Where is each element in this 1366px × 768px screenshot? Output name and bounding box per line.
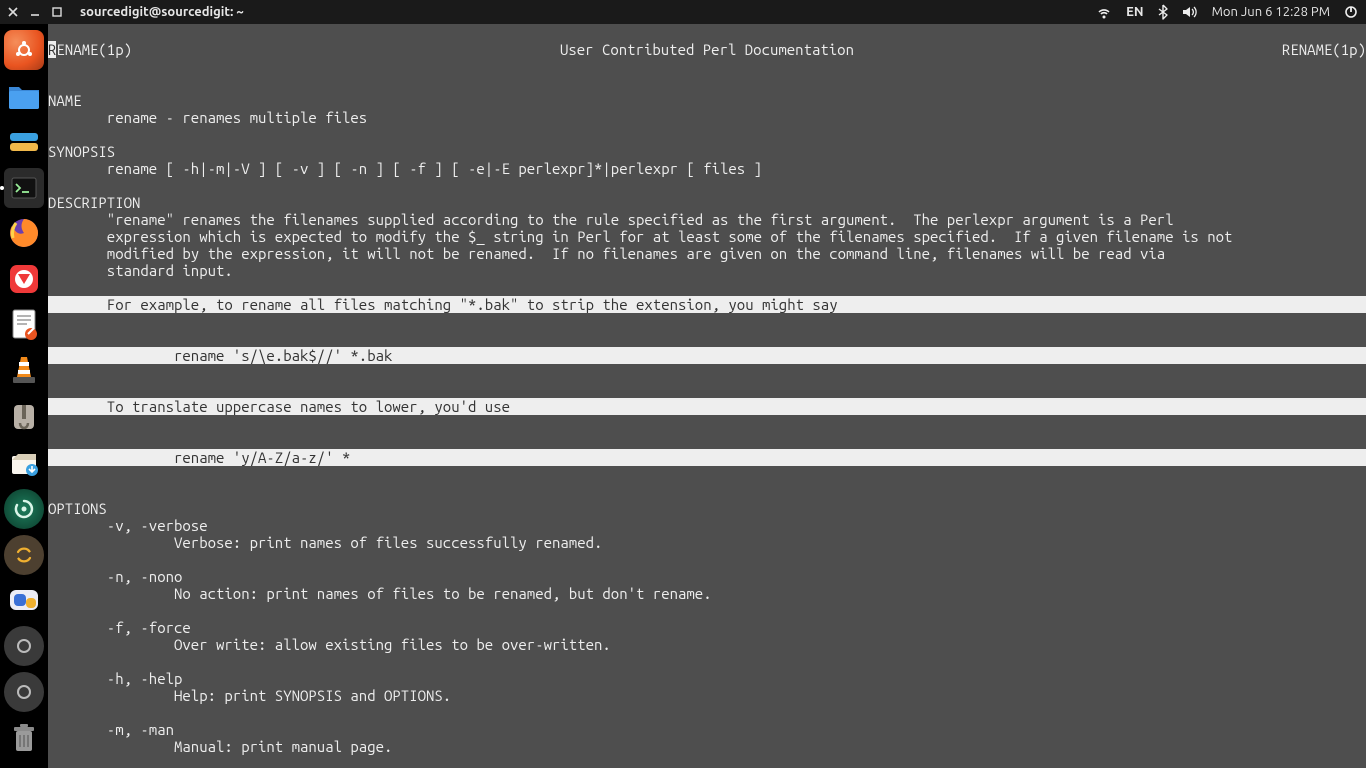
app-icon-b[interactable] (4, 672, 44, 712)
opt-n: -n, -nono (48, 568, 182, 585)
section-synopsis: SYNOPSIS (48, 143, 115, 160)
opt-h-desc: Help: print SYNOPSIS and OPTIONS. (48, 687, 451, 704)
opt-m-desc: Manual: print manual page. (48, 738, 392, 755)
terminal-icon[interactable] (4, 168, 44, 208)
show-apps-icon[interactable] (4, 30, 44, 70)
volume-icon[interactable] (1182, 5, 1198, 19)
software-icon[interactable] (4, 443, 44, 483)
opt-m: -m, -man (48, 721, 174, 738)
window-title: sourcedigit@sourcedigit: ~ (80, 5, 244, 19)
opt-f-desc: Over write: allow existing files to be o… (48, 636, 611, 653)
top-panel: sourcedigit@sourcedigit: ~ EN Mon Jun 6 … (0, 0, 1366, 24)
desc-line-2: expression which is expected to modify t… (48, 228, 1232, 245)
desc-line-3: modified by the expression, it will not … (48, 245, 1165, 262)
name-line: rename - renames multiple files (48, 109, 367, 126)
example-cmd-1: rename 's/\e.bak$//' *.bak (48, 347, 1366, 364)
manpage-content: RENAME(1p)User Contributed Perl Document… (48, 41, 1366, 768)
section-options: OPTIONS (48, 500, 107, 517)
clock[interactable]: Mon Jun 6 12:28 PM (1212, 5, 1330, 19)
section-description: DESCRIPTION (48, 194, 140, 211)
opt-f: -f, -force (48, 619, 191, 636)
example-intro-2: To translate uppercase names to lower, y… (48, 398, 1366, 415)
opt-n-desc: No action: print names of files to be re… (48, 585, 712, 602)
opt-v-desc: Verbose: print names of files successful… (48, 534, 602, 551)
manpage-title: User Contributed Perl Documentation (132, 41, 1282, 58)
wifi-icon[interactable] (1096, 5, 1112, 19)
sync-icon[interactable] (4, 535, 44, 575)
opt-v: -v, -verbose (48, 517, 208, 534)
close-icon[interactable] (8, 7, 18, 17)
status-area[interactable]: EN Mon Jun 6 12:28 PM (1096, 4, 1358, 20)
files-icon[interactable] (4, 76, 44, 116)
window-controls (8, 7, 62, 17)
example-intro-1: For example, to rename all files matchin… (48, 296, 1366, 313)
archive-icon[interactable] (4, 397, 44, 437)
language-indicator[interactable]: EN (1126, 5, 1143, 19)
vivaldi-icon[interactable] (4, 259, 44, 299)
opt-h: -h, -help (48, 670, 182, 687)
dock (0, 24, 48, 768)
cursor-mark: R (48, 41, 56, 58)
text-editor-icon[interactable] (4, 305, 44, 345)
terminal-window[interactable]: RENAME(1p)User Contributed Perl Document… (48, 24, 1366, 768)
bluetooth-icon[interactable] (1158, 4, 1168, 20)
trash-icon[interactable] (4, 718, 44, 758)
example-cmd-2: rename 'y/A-Z/a-z/' * (48, 449, 1366, 466)
vlc-icon[interactable] (4, 351, 44, 391)
obs-icon[interactable] (4, 489, 44, 529)
minimize-icon[interactable] (30, 7, 40, 17)
desc-line-4: standard input. (48, 262, 233, 279)
power-icon[interactable] (1344, 5, 1358, 19)
disk-usage-icon[interactable] (4, 122, 44, 162)
firefox-icon[interactable] (4, 214, 44, 254)
synopsis-line: rename [ -h|-m|-V ] [ -v ] [ -n ] [ -f ]… (48, 160, 762, 177)
desc-line-1: "rename" renames the filenames supplied … (48, 211, 1174, 228)
app-icon-a[interactable] (4, 626, 44, 666)
section-name: NAME (48, 92, 82, 109)
maximize-icon[interactable] (52, 7, 62, 17)
manpage-header-right: RENAME(1p) (1282, 41, 1366, 58)
screenshot-icon[interactable] (4, 581, 44, 621)
